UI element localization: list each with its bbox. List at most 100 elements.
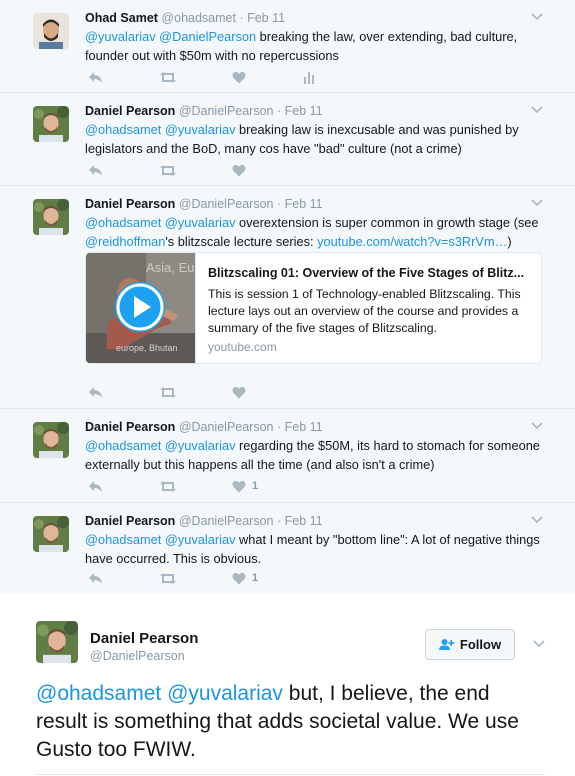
tweet-header: Ohad Samet @ohadsamet · Feb 11 (85, 11, 285, 25)
chevron-down-icon[interactable] (531, 637, 547, 651)
avatar[interactable] (36, 621, 78, 663)
reply-icon (89, 480, 102, 492)
tweet-header: Daniel Pearson @DanielPearson · Feb 11 (85, 197, 323, 211)
author-name[interactable]: Daniel Pearson (85, 197, 175, 211)
mention-link[interactable]: @yuvalariav (165, 438, 236, 453)
chevron-down-icon[interactable] (529, 10, 545, 24)
tweet-date[interactable]: · Feb 11 (277, 104, 323, 118)
link-preview-card[interactable]: Asia, Eu europe, Bhutan Blitzscaling 01:… (85, 252, 542, 364)
mention-link[interactable]: @yuvalariav (165, 122, 236, 137)
reply-button[interactable] (88, 384, 103, 400)
tweet-text: @ohadsamet @yuvalariav regarding the $50… (85, 437, 540, 474)
avatar[interactable] (33, 516, 69, 552)
retweet-button[interactable] (159, 478, 177, 494)
text-span: 's blitzscale lecture series: (165, 233, 318, 249)
analytics-button[interactable] (303, 69, 315, 85)
like-button[interactable]: 1 (232, 478, 258, 494)
tweet-header: Daniel Pearson @DanielPearson · Feb 11 (85, 514, 323, 528)
tweet-actions (85, 384, 385, 400)
tweet-date[interactable]: · Feb 11 (277, 420, 323, 434)
retweet-icon (160, 572, 176, 584)
play-icon[interactable] (114, 281, 166, 333)
follow-label: Follow (459, 637, 502, 652)
reply-button[interactable] (88, 570, 103, 586)
mention-link[interactable]: @ohadsamet (85, 532, 161, 547)
chevron-down-icon[interactable] (529, 419, 545, 433)
chevron-down-icon[interactable] (529, 196, 545, 210)
author-handle[interactable]: @DanielPearson (179, 197, 274, 211)
author-handle[interactable]: @DanielPearson (179, 104, 274, 118)
avatar[interactable] (33, 199, 69, 235)
tweet-date[interactable]: · Feb 11 (239, 11, 285, 25)
mention-link[interactable]: @DanielPearson (159, 29, 256, 44)
retweet-button[interactable] (159, 162, 177, 178)
tweet[interactable]: Daniel Pearson @DanielPearson · Feb 11 @… (0, 503, 575, 594)
reply-icon (89, 572, 102, 584)
mention-link[interactable]: youtube.com/watch?v=s3RrVm… (317, 234, 507, 249)
avatar[interactable] (33, 422, 69, 458)
retweet-icon (160, 71, 176, 83)
heart-icon (232, 480, 246, 492)
card-description: This is session 1 of Technology-enabled … (208, 287, 521, 335)
author-name[interactable]: Daniel Pearson (85, 420, 175, 434)
author-name[interactable]: Daniel Pearson (85, 104, 175, 118)
permalink-tweet: Daniel Pearson @DanielPearson Follow @oh… (0, 594, 575, 776)
retweet-icon (160, 386, 176, 398)
tweet[interactable]: Daniel Pearson @DanielPearson · Feb 11 @… (0, 409, 575, 503)
retweet-button[interactable] (159, 384, 177, 400)
card-title[interactable]: Blitzscaling 01: Overview of the Five St… (208, 266, 533, 280)
reply-icon (89, 386, 102, 398)
retweet-icon (160, 480, 176, 492)
text-span: overextension is super common in growth … (235, 215, 539, 230)
tweet-header: Daniel Pearson @DanielPearson · Feb 11 (85, 420, 323, 434)
like-count: 1 (252, 480, 259, 492)
mention-link[interactable]: @ohadsamet (36, 682, 161, 705)
author-handle[interactable]: @ohadsamet (161, 11, 236, 25)
card-domain: youtube.com (208, 340, 277, 354)
mention-link[interactable]: @yuvalariav (165, 532, 236, 547)
tweet-text: @ohadsamet @yuvalariav but, I believe, t… (36, 680, 546, 764)
mention-link[interactable]: @ohadsamet (85, 122, 161, 137)
tweet-text: @ohadsamet @yuvalariav what I meant by "… (85, 531, 540, 568)
author-handle[interactable]: @DanielPearson (179, 420, 274, 434)
like-button[interactable] (232, 69, 252, 85)
reply-button[interactable] (88, 69, 103, 85)
like-button[interactable]: 1 (232, 570, 258, 586)
chevron-down-icon[interactable] (529, 103, 545, 117)
tweet[interactable]: Daniel Pearson @DanielPearson · Feb 11 @… (0, 93, 575, 186)
tweet[interactable]: Daniel Pearson @DanielPearson · Feb 11 @… (0, 186, 575, 409)
tweet-date[interactable]: · Feb 11 (277, 197, 323, 211)
text-span: ) (507, 233, 512, 249)
mention-link[interactable]: @yuvalariav (165, 215, 236, 230)
tweet-text: @yuvalariav @DanielPearson breaking the … (85, 28, 540, 65)
retweet-button[interactable] (159, 69, 177, 85)
reply-icon (89, 164, 102, 176)
author-handle[interactable]: @DanielPearson (90, 649, 185, 663)
author-name[interactable]: Daniel Pearson (90, 630, 198, 647)
mention-link[interactable]: @yuvalariav (167, 682, 283, 705)
tweet-actions: 1 (85, 570, 385, 586)
tweet-date[interactable]: · Feb 11 (277, 514, 323, 528)
reply-button[interactable] (88, 478, 103, 494)
heart-icon (232, 386, 246, 398)
mention-link[interactable]: @ohadsamet (85, 215, 161, 230)
reply-button[interactable] (88, 162, 103, 178)
author-name[interactable]: Ohad Samet (85, 11, 158, 25)
heart-icon (232, 164, 246, 176)
avatar[interactable] (33, 106, 69, 142)
like-button[interactable] (232, 162, 252, 178)
video-thumbnail[interactable]: Asia, Eu europe, Bhutan (86, 253, 196, 363)
like-button[interactable] (232, 384, 252, 400)
mention-link[interactable]: @yuvalariav (85, 29, 156, 44)
author-name[interactable]: Daniel Pearson (85, 514, 175, 528)
mention-link[interactable]: @reidhoffman (85, 234, 165, 249)
avatar[interactable] (33, 13, 69, 49)
follow-button[interactable]: Follow (425, 629, 515, 660)
mention-link[interactable]: @ohadsamet (85, 438, 161, 453)
author-handle[interactable]: @DanielPearson (179, 514, 274, 528)
retweet-button[interactable] (159, 570, 177, 586)
chevron-down-icon[interactable] (529, 513, 545, 527)
retweet-icon (160, 164, 176, 176)
tweet[interactable]: Ohad Samet @ohadsamet · Feb 11 @yuvalari… (0, 0, 575, 93)
tweet-actions (85, 162, 385, 178)
